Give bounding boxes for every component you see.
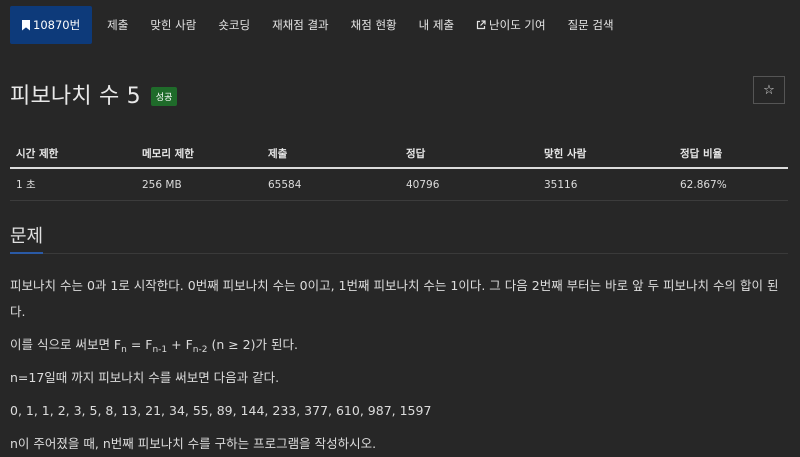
tab-rejudge-results-label: 재채점 결과	[272, 18, 329, 32]
problem-paragraph-3: n=17일때 까지 피보나치 수를 써보면 다음과 같다.	[10, 370, 280, 385]
tab-judge-status[interactable]: 채점 현황	[340, 6, 408, 44]
bookmark-icon	[22, 19, 30, 31]
external-link-icon	[476, 20, 486, 30]
status-badge: 성공	[150, 86, 178, 106]
tab-solvers[interactable]: 맞힌 사람	[139, 6, 207, 44]
cell-memory-limit: 256 MB	[136, 168, 262, 201]
problem-nav-tabs: 10870번 제출 맞힌 사람 숏코딩 재채점 결과 채점 현황 내 제출 난이…	[10, 6, 625, 44]
formula-subscript: n-1	[152, 345, 168, 355]
problem-paragraph-5: n이 주어졌을 때, n번째 피보나치 수를 구하는 프로그램을 작성하시오.	[10, 436, 377, 451]
favorite-star-button[interactable]: ☆	[753, 76, 785, 104]
page: 10870번 제출 맞힌 사람 숏코딩 재채점 결과 채점 현황 내 제출 난이…	[0, 0, 800, 457]
cell-accepted: 40796	[400, 168, 538, 201]
title-row: 피보나치 수 5 성공	[10, 78, 178, 110]
tab-my-submissions-label: 내 제출	[418, 18, 455, 32]
tab-difficulty-contribution[interactable]: 난이도 기여	[465, 6, 557, 44]
tab-judge-status-label: 채점 현황	[350, 18, 397, 32]
formula-subscript: n-2	[192, 345, 208, 355]
tab-problem-number[interactable]: 10870번	[10, 6, 93, 44]
tab-short-coding[interactable]: 숏코딩	[207, 6, 261, 44]
tab-rejudge-results[interactable]: 재채점 결과	[261, 6, 340, 44]
formula-text: + F	[167, 337, 193, 352]
problem-description: 피보나치 수는 0과 1로 시작한다. 0번째 피보나치 수는 0이고, 1번째…	[10, 273, 790, 457]
formula-text: = F	[126, 337, 153, 352]
header-time-limit: 시간 제한	[10, 140, 136, 169]
problem-paragraph-1: 피보나치 수는 0과 1로 시작한다. 0번째 피보나치 수는 0이고, 1번째…	[10, 278, 779, 319]
tab-solvers-label: 맞힌 사람	[150, 18, 197, 32]
section-divider	[10, 253, 788, 254]
table-row: 1 초 256 MB 65584 40796 35116 62.867%	[10, 168, 788, 201]
tab-short-coding-label: 숏코딩	[218, 18, 251, 32]
tab-difficulty-contribution-label: 난이도 기여	[489, 18, 546, 32]
header-accept-ratio: 정답 비율	[674, 140, 788, 169]
formula-text: 이를 식으로 써보면 F	[10, 337, 122, 352]
section-title: 문제	[10, 226, 44, 247]
header-memory-limit: 메모리 제한	[136, 140, 262, 169]
cell-accept-ratio: 62.867%	[674, 168, 788, 201]
formula-text: (n ≥ 2)가 된다.	[207, 337, 298, 352]
table-header-row: 시간 제한 메모리 제한 제출 정답 맞힌 사람 정답 비율	[10, 140, 788, 169]
cell-solvers: 35116	[538, 168, 674, 201]
header-solvers: 맞힌 사람	[538, 140, 674, 169]
tab-problem-number-label: 10870번	[33, 18, 81, 32]
cell-time-limit: 1 초	[10, 168, 136, 201]
tab-question-search[interactable]: 질문 검색	[557, 6, 625, 44]
problem-paragraph-2: 이를 식으로 써보면 Fn = Fn-1 + Fn-2 (n ≥ 2)가 된다.	[10, 332, 790, 358]
tab-submit-label: 제출	[107, 18, 129, 32]
page-title: 피보나치 수 5	[10, 84, 141, 109]
star-icon: ☆	[763, 82, 775, 98]
problem-info-table: 시간 제한 메모리 제한 제출 정답 맞힌 사람 정답 비율 1 초 256 M…	[10, 140, 788, 201]
cell-submissions: 65584	[262, 168, 400, 201]
problem-paragraph-4: 0, 1, 1, 2, 3, 5, 8, 13, 21, 34, 55, 89,…	[10, 403, 432, 418]
tab-my-submissions[interactable]: 내 제출	[408, 6, 465, 44]
tab-submit[interactable]: 제출	[96, 6, 139, 44]
header-accepted: 정답	[400, 140, 538, 169]
header-submissions: 제출	[262, 140, 400, 169]
section-title-underline	[10, 252, 43, 254]
tab-question-search-label: 질문 검색	[567, 18, 614, 32]
